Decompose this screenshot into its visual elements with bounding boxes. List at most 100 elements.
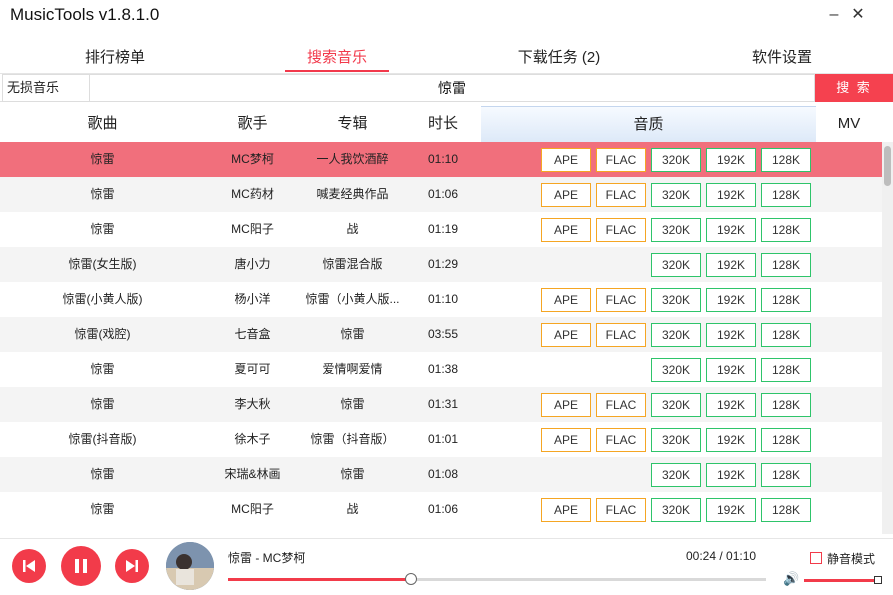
minimize-button[interactable]: – xyxy=(822,4,846,28)
volume-slider[interactable] xyxy=(804,576,882,584)
quality-flac-button[interactable]: FLAC xyxy=(596,148,646,172)
song-cell: 惊雷 xyxy=(90,187,115,201)
tab-search[interactable]: 搜索音乐 xyxy=(267,46,407,67)
quality-192k-button[interactable]: 192K xyxy=(706,393,756,417)
quality-128k-button[interactable]: 128K xyxy=(761,148,811,172)
table-row[interactable]: 惊雷(抖音版) 徐木子 惊雷（抖音版） 01:01 APE FLAC 320K 192K 128… xyxy=(0,422,882,457)
title-bar: MusicTools v1.8.1.0 – ✕ xyxy=(0,0,893,34)
quality-128k-button[interactable]: 128K xyxy=(761,393,811,417)
quality-flac-button[interactable]: FLAC xyxy=(596,183,646,207)
quality-192k-button[interactable]: 192K xyxy=(706,148,756,172)
quality-ape-button[interactable]: APE xyxy=(541,393,591,417)
quality-ape-button[interactable]: APE xyxy=(541,498,591,522)
col-song[interactable]: 歌曲 xyxy=(0,106,205,142)
search-button[interactable]: 搜 索 xyxy=(815,74,893,102)
table-row[interactable]: 惊雷 宋瑞&林画 惊雷 01:08 320K 192K 128K xyxy=(0,457,882,492)
quality-192k-button[interactable]: 192K xyxy=(706,463,756,487)
col-mv[interactable]: MV xyxy=(816,106,882,142)
quality-flac-button[interactable]: FLAC xyxy=(596,498,646,522)
table-row[interactable]: 惊雷 MC阳子 战 01:06 APE FLAC 320K 192K 128K xyxy=(0,492,882,527)
table-row[interactable]: 惊雷(戏腔) 七音盒 惊雷 03:55 APE FLAC 320K 192K 128K xyxy=(0,317,882,352)
artist-cell: MC梦柯 xyxy=(231,152,274,166)
quality-128k-button[interactable]: 128K xyxy=(761,498,811,522)
quality-320k-button[interactable]: 320K xyxy=(651,148,701,172)
quality-320k-button[interactable]: 320K xyxy=(651,323,701,347)
quality-128k-button[interactable]: 128K xyxy=(761,288,811,312)
quality-flac-button[interactable]: FLAC xyxy=(596,393,646,417)
table-row[interactable]: 惊雷 MC梦柯 一人我饮酒醉 01:10 APE FLAC 320K 192K 128K xyxy=(0,142,882,177)
artist-cell: MC阳子 xyxy=(231,222,274,236)
col-duration[interactable]: 时长 xyxy=(405,106,481,142)
progress-slider[interactable] xyxy=(228,573,766,585)
quality-320k-button[interactable]: 320K xyxy=(651,183,701,207)
album-cell: 爱情啊爱情 xyxy=(322,362,383,376)
scrollbar[interactable] xyxy=(882,142,893,534)
source-select[interactable]: 无损音乐 xyxy=(2,74,90,102)
duration-cell: 01:19 xyxy=(427,222,459,236)
table-row[interactable]: 惊雷 MC阳子 战 01:19 APE FLAC 320K 192K 128K xyxy=(0,212,882,247)
tab-charts[interactable]: 排行榜单 xyxy=(45,46,185,67)
quality-320k-button[interactable]: 320K xyxy=(651,218,701,242)
quality-ape-button[interactable]: APE xyxy=(541,323,591,347)
progress-handle[interactable] xyxy=(404,573,417,585)
quality-flac-button[interactable]: FLAC xyxy=(596,323,646,347)
next-button[interactable] xyxy=(115,549,149,583)
song-cell: 惊雷 xyxy=(90,152,115,166)
table-row[interactable]: 惊雷 李大秋 惊雷 01:31 APE FLAC 320K 192K 128K xyxy=(0,387,882,422)
quality-flac-button[interactable]: FLAC xyxy=(596,218,646,242)
table-row[interactable]: 惊雷(小黄人版) 杨小洋 惊雷（小黄人版... 01:10 APE FLAC 320K 192… xyxy=(0,282,882,317)
artist-cell: 李大秋 xyxy=(234,397,271,411)
mute-checkbox[interactable] xyxy=(810,552,822,564)
table-row[interactable]: 惊雷 夏可可 爱情啊爱情 01:38 320K 192K 128K xyxy=(0,352,882,387)
quality-192k-button[interactable]: 192K xyxy=(706,428,756,452)
tab-settings[interactable]: 软件设置 xyxy=(712,46,852,67)
quality-128k-button[interactable]: 128K xyxy=(761,428,811,452)
artist-cell: 杨小洋 xyxy=(234,292,271,306)
quality-192k-button[interactable]: 192K xyxy=(706,183,756,207)
volume-handle[interactable] xyxy=(873,576,882,584)
previous-button[interactable] xyxy=(12,549,46,583)
quality-192k-button[interactable]: 192K xyxy=(706,498,756,522)
quality-192k-button[interactable]: 192K xyxy=(706,253,756,277)
pause-button[interactable] xyxy=(61,546,101,586)
quality-ape-button[interactable]: APE xyxy=(541,148,591,172)
quality-192k-button[interactable]: 192K xyxy=(706,323,756,347)
col-quality[interactable]: 音质 xyxy=(481,106,816,142)
quality-320k-button[interactable]: 320K xyxy=(651,463,701,487)
col-artist[interactable]: 歌手 xyxy=(205,106,300,142)
table-row[interactable]: 惊雷(女生版) 唐小力 惊雷混合版 01:29 320K 192K 128K xyxy=(0,247,882,282)
quality-128k-button[interactable]: 128K xyxy=(761,253,811,277)
quality-128k-button[interactable]: 128K xyxy=(761,183,811,207)
quality-128k-button[interactable]: 128K xyxy=(761,218,811,242)
quality-192k-button[interactable]: 192K xyxy=(706,288,756,312)
quality-flac-button[interactable]: FLAC xyxy=(596,288,646,312)
quality-128k-button[interactable]: 128K xyxy=(761,358,811,382)
quality-320k-button[interactable]: 320K xyxy=(651,253,701,277)
quality-320k-button[interactable]: 320K xyxy=(651,288,701,312)
now-playing-title: 惊雷 - MC梦柯 xyxy=(228,551,306,565)
quality-320k-button[interactable]: 320K xyxy=(651,428,701,452)
song-cell: 惊雷 xyxy=(90,222,115,236)
volume-icon[interactable]: 🔊 xyxy=(783,571,799,587)
quality-192k-button[interactable]: 192K xyxy=(706,358,756,382)
col-album[interactable]: 专辑 xyxy=(300,106,405,142)
quality-ape-button[interactable]: APE xyxy=(541,428,591,452)
quality-128k-button[interactable]: 128K xyxy=(761,463,811,487)
quality-flac-button[interactable]: FLAC xyxy=(596,428,646,452)
quality-192k-button[interactable]: 192K xyxy=(706,218,756,242)
quality-ape-button[interactable]: APE xyxy=(541,183,591,207)
album-cell: 惊雷 xyxy=(340,397,365,411)
quality-ape-button[interactable]: APE xyxy=(541,218,591,242)
table-row[interactable]: 惊雷 MC药材 喊麦经典作品 01:06 APE FLAC 320K 192K 128K xyxy=(0,177,882,212)
album-cell: 喊麦经典作品 xyxy=(316,187,389,201)
quality-128k-button[interactable]: 128K xyxy=(761,323,811,347)
quality-320k-button[interactable]: 320K xyxy=(651,358,701,382)
close-button[interactable]: ✕ xyxy=(846,4,870,28)
quality-320k-button[interactable]: 320K xyxy=(651,393,701,417)
scrollbar-thumb[interactable] xyxy=(884,146,891,186)
tab-downloads[interactable]: 下载任务 (2) xyxy=(489,46,629,67)
search-input[interactable]: 惊雷 xyxy=(90,74,815,102)
main-tabs: 排行榜单 搜索音乐 下载任务 (2) 软件设置 xyxy=(0,34,893,74)
quality-320k-button[interactable]: 320K xyxy=(651,498,701,522)
quality-ape-button[interactable]: APE xyxy=(541,288,591,312)
